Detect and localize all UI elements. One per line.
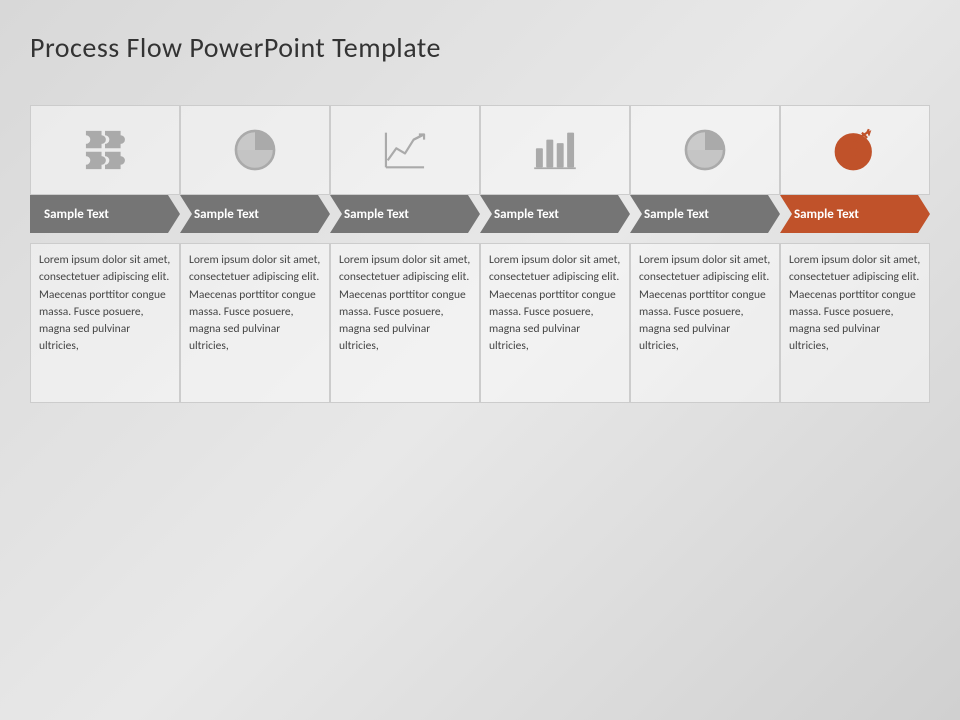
step-4-icon-box: [480, 105, 630, 195]
step-6-arrow: Sample Text: [780, 195, 930, 233]
step-1-arrow: Sample Text: [30, 195, 180, 233]
step-6-body: Lorem ipsum dolor sit amet, consectetuer…: [780, 243, 930, 403]
puzzle-icon: [79, 124, 131, 176]
step-5-body: Lorem ipsum dolor sit amet, consectetuer…: [630, 243, 780, 403]
step-2: Sample Text Lorem ipsum dolor sit amet, c…: [180, 105, 330, 403]
step-3-label: Sample Text: [340, 207, 409, 222]
step-2-body: Lorem ipsum dolor sit amet, consectetuer…: [180, 243, 330, 403]
flow-container: Sample Text Lorem ipsum dolor sit amet, c…: [30, 105, 930, 403]
step-1-body: Lorem ipsum dolor sit amet, consectetuer…: [30, 243, 180, 403]
step-4-body: Lorem ipsum dolor sit amet, consectetuer…: [480, 243, 630, 403]
step-3-arrow: Sample Text: [330, 195, 480, 233]
step-4: Sample Text Lorem ipsum dolor sit amet, c…: [480, 105, 630, 403]
step-4-label: Sample Text: [490, 207, 559, 222]
step-5-arrow: Sample Text: [630, 195, 780, 233]
step-2-arrow: Sample Text: [180, 195, 330, 233]
step-1: Sample Text Lorem ipsum dolor sit amet, c…: [30, 105, 180, 403]
step-5-icon-box: [630, 105, 780, 195]
page: Process Flow PowerPoint Template Sample …: [0, 0, 960, 720]
barchart-icon: [529, 124, 581, 176]
step-3-icon-box: [330, 105, 480, 195]
linechart-icon: [379, 124, 431, 176]
step-3: Sample Text Lorem ipsum dolor sit amet, c…: [330, 105, 480, 403]
step-4-arrow: Sample Text: [480, 195, 630, 233]
target-icon: [829, 124, 881, 176]
step-3-body: Lorem ipsum dolor sit amet, consectetuer…: [330, 243, 480, 403]
step-6-icon-box: [780, 105, 930, 195]
step-6: Sample Text Lorem ipsum dolor sit amet, c…: [780, 105, 930, 403]
page-title: Process Flow PowerPoint Template: [30, 30, 930, 65]
pie-icon: [229, 124, 281, 176]
step-1-label: Sample Text: [40, 207, 109, 222]
step-1-icon-box: [30, 105, 180, 195]
step-5-label: Sample Text: [640, 207, 709, 222]
step-6-label: Sample Text: [790, 207, 859, 222]
step-2-label: Sample Text: [190, 207, 259, 222]
step-5: Sample Text Lorem ipsum dolor sit amet, c…: [630, 105, 780, 403]
step-2-icon-box: [180, 105, 330, 195]
pie2-icon: [679, 124, 731, 176]
